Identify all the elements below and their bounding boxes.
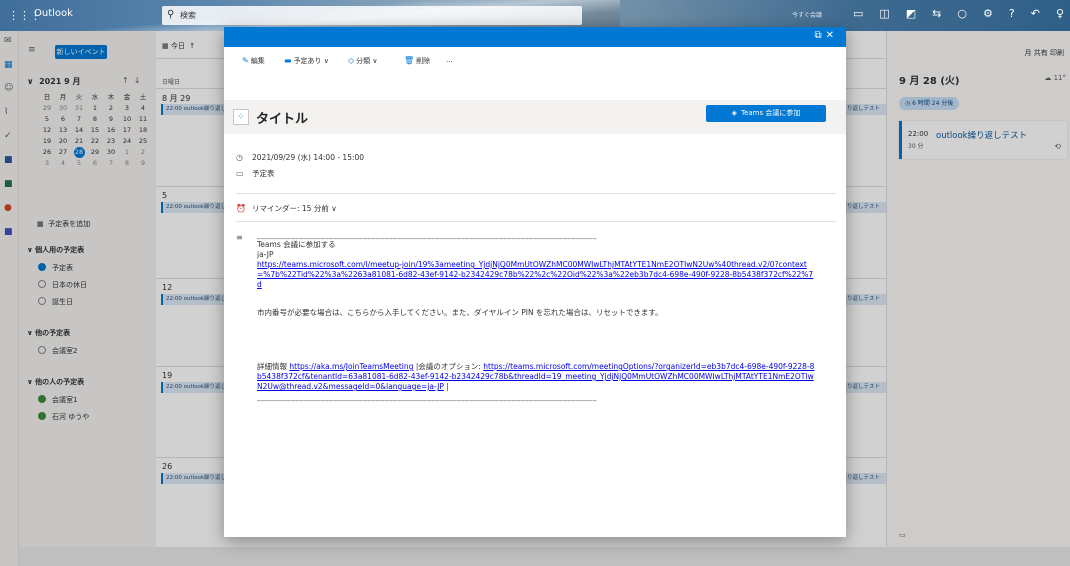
event-details-dialog: ⧉✕ ✎ 編集 ▬ 予定あり ∨ ◇ 分類 ∨ 🗑 削除 ... ⁘ タイトル ◈ Tea… (224, 27, 846, 537)
tag-icon: ◇ (348, 56, 355, 65)
sync-icon[interactable]: ⇆ (932, 7, 941, 20)
divider (236, 193, 836, 194)
join-teams-button[interactable]: ◈ Teams 会議に参加 (706, 105, 826, 122)
reminder-text: リマインダー: 15 分前 (252, 204, 329, 213)
bulb-icon[interactable]: ○ (957, 7, 967, 20)
event-datetime: ◷ 2021/09/29 (水) 14:00 - 15:00 (236, 152, 364, 163)
app-name[interactable]: Outlook (34, 8, 73, 19)
chat-icon[interactable]: ◫ (879, 7, 889, 20)
info-link[interactable]: https://aka.ms/JoinTeamsMeeting (289, 362, 413, 371)
dialog-toolbar: ✎ 編集 ▬ 予定あり ∨ ◇ 分類 ∨ 🗑 削除 ... (224, 47, 846, 74)
search-icon: ⚲ (167, 9, 175, 20)
clock-icon: ◷ (236, 153, 243, 162)
categorize-dropdown[interactable]: ◇ 分類 ∨ (348, 56, 378, 66)
tail-separator: | (446, 382, 449, 391)
edit-button[interactable]: ✎ 編集 (242, 56, 265, 66)
meet-now-hint[interactable]: 今すぐ会議 (792, 10, 822, 19)
dialog-controls: ⧉✕ (814, 30, 838, 41)
locale-text: ja-JP (257, 250, 274, 259)
delete-label: 削除 (416, 57, 431, 65)
meeting-info-line: 詳細情報 https://aka.ms/JoinTeamsMeeting |会議… (257, 362, 817, 392)
alarm-icon: ⏰ (236, 204, 246, 213)
gear-icon[interactable]: ⚙ (983, 7, 993, 20)
help-icon[interactable]: ? (1009, 7, 1015, 20)
join-meeting-link[interactable]: https://teams.microsoft.com/l/meetup-joi… (257, 260, 813, 289)
datetime-text: 2021/09/29 (水) 14:00 - 15:00 (252, 153, 365, 162)
divider (236, 221, 836, 222)
status-label: 予定あり (293, 57, 322, 65)
trash-icon: 🗑 (404, 56, 415, 65)
options-separator: |会議のオプション: (415, 362, 481, 371)
outlook-icon[interactable]: ◩ (906, 7, 916, 20)
calendar-name: 予定表 (252, 169, 275, 178)
separator-line: ________________________________________… (257, 392, 597, 401)
join-teams-label: Teams 会議に参加 (741, 109, 801, 117)
categorize-label: 分類 (356, 57, 371, 65)
edit-label: 編集 (250, 57, 265, 65)
dialog-header: ⧉✕ (224, 27, 846, 47)
search-box[interactable]: ⚲ 検索 (162, 6, 582, 25)
event-body: ________________________________________… (257, 230, 827, 402)
separator-line: ________________________________________… (257, 230, 597, 239)
event-calendar: ▭ 予定表 (236, 168, 275, 179)
event-title: タイトル (256, 112, 309, 127)
event-type-icon: ⁘ (233, 109, 249, 125)
status-dropdown[interactable]: ▬ 予定あり ∨ (284, 56, 329, 66)
header-icons: ▭ ◫ ◩ ⇆ ○ ⚙ ? ↶ ♀ (853, 7, 1064, 20)
account-icon[interactable]: ♀ (1056, 7, 1064, 20)
notes-icon: ≡ (236, 233, 243, 242)
teams-icon: ◈ (731, 109, 737, 117)
search-input[interactable]: 検索 (180, 10, 196, 21)
busy-icon: ▬ (284, 56, 292, 65)
video-icon[interactable]: ▭ (853, 7, 863, 20)
feedback-icon[interactable]: ↶ (1031, 7, 1040, 20)
join-heading: Teams 会議に参加する (257, 240, 336, 249)
calendar-icon: ▭ (236, 169, 244, 178)
info-label: 詳細情報 (257, 362, 287, 371)
app-launcher-icon[interactable]: ⋮⋮⋮ (8, 9, 41, 22)
delete-button[interactable]: 🗑 削除 (404, 56, 430, 66)
reminder-dropdown[interactable]: ⏰ リマインダー: 15 分前 ∨ (236, 203, 337, 214)
dialin-text: 市内番号が必要な場合は、こちらから入手してください。また、ダイヤルイン PIN … (257, 308, 663, 317)
pencil-icon: ✎ (242, 56, 249, 65)
popout-icon[interactable]: ⧉ (814, 30, 825, 41)
more-button[interactable]: ... (446, 56, 453, 64)
close-icon[interactable]: ✕ (826, 30, 838, 41)
